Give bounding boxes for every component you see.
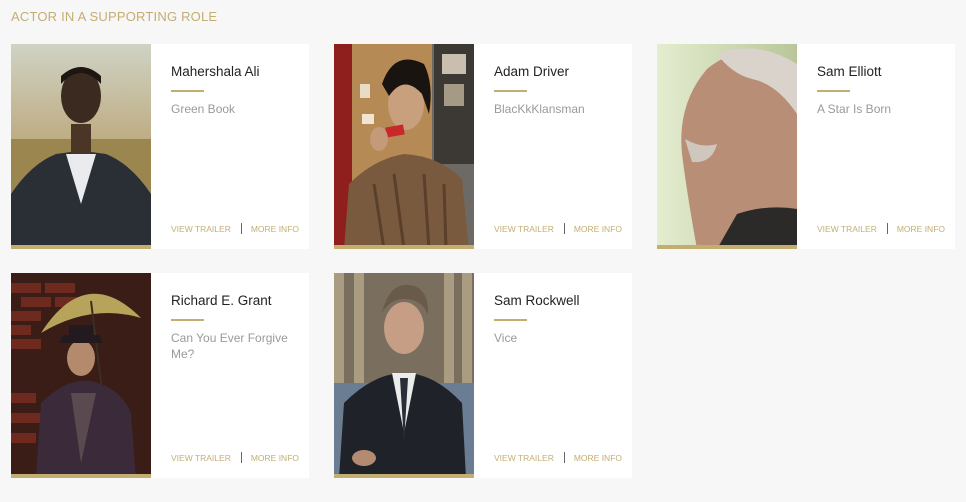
nominee-info: Adam Driver BlacKkKlansman VIEW TRAILER … — [494, 44, 622, 249]
nominee-photo[interactable] — [11, 44, 151, 249]
nominee-photo[interactable] — [334, 44, 474, 249]
nominee-film: Vice — [494, 331, 518, 345]
nominee-name: Mahershala Ali — [171, 64, 260, 79]
nominee-info: Richard E. Grant Can You Ever Forgive Me… — [171, 273, 299, 478]
nominee-card-sam-elliott: Sam Elliott A Star Is Born VIEW TRAILER … — [657, 44, 955, 249]
photo-accent-bar — [657, 245, 797, 249]
nominee-info: Sam Rockwell Vice VIEW TRAILER MORE INFO — [494, 273, 622, 478]
nominee-links: VIEW TRAILER MORE INFO — [494, 452, 622, 463]
nominee-photo[interactable] — [11, 273, 151, 478]
title-divider — [494, 90, 527, 92]
nominee-card-richard-e-grant: Richard E. Grant Can You Ever Forgive Me… — [11, 273, 309, 478]
nominee-name: Adam Driver — [494, 64, 570, 79]
link-separator — [886, 223, 888, 234]
title-divider — [817, 90, 850, 92]
title-divider — [494, 319, 527, 321]
photo-accent-bar — [334, 245, 474, 249]
nominee-name: Richard E. Grant — [171, 293, 272, 308]
more-info-link[interactable]: MORE INFO — [251, 224, 299, 234]
view-trailer-link[interactable]: VIEW TRAILER — [817, 224, 877, 234]
nominee-card-adam-driver: Adam Driver BlacKkKlansman VIEW TRAILER … — [334, 44, 632, 249]
view-trailer-link[interactable]: VIEW TRAILER — [494, 453, 554, 463]
link-separator — [563, 452, 565, 463]
nominee-name: Sam Elliott — [817, 64, 882, 79]
nominee-links: VIEW TRAILER MORE INFO — [494, 223, 622, 234]
photo-accent-bar — [334, 474, 474, 478]
link-separator — [563, 223, 565, 234]
nominee-film: Green Book — [171, 102, 236, 116]
more-info-link[interactable]: MORE INFO — [574, 224, 622, 234]
title-divider — [171, 90, 204, 92]
nominee-name: Sam Rockwell — [494, 293, 580, 308]
view-trailer-link[interactable]: VIEW TRAILER — [494, 224, 554, 234]
nominee-film: BlacKkKlansman — [494, 102, 585, 116]
more-info-link[interactable]: MORE INFO — [251, 453, 299, 463]
nominee-photo[interactable] — [334, 273, 474, 478]
view-trailer-link[interactable]: VIEW TRAILER — [171, 453, 231, 463]
nominee-photo[interactable] — [657, 44, 797, 249]
nominee-info: Sam Elliott A Star Is Born VIEW TRAILER … — [817, 44, 945, 249]
nominee-film: Can You Ever Forgive Me? — [171, 331, 288, 361]
view-trailer-link[interactable]: VIEW TRAILER — [171, 224, 231, 234]
link-separator — [240, 452, 242, 463]
nominee-card-mahershala-ali: Mahershala Ali Green Book VIEW TRAILER M… — [11, 44, 309, 249]
photo-accent-bar — [11, 245, 151, 249]
more-info-link[interactable]: MORE INFO — [574, 453, 622, 463]
nominee-film: A Star Is Born — [817, 102, 892, 116]
photo-accent-bar — [11, 474, 151, 478]
nominee-links: VIEW TRAILER MORE INFO — [171, 223, 299, 234]
title-divider — [171, 319, 204, 321]
link-separator — [240, 223, 242, 234]
more-info-link[interactable]: MORE INFO — [897, 224, 945, 234]
nominee-card-sam-rockwell: Sam Rockwell Vice VIEW TRAILER MORE INFO — [334, 273, 632, 478]
nominee-links: VIEW TRAILER MORE INFO — [817, 223, 945, 234]
section-title: ACTOR IN A SUPPORTING ROLE — [11, 9, 218, 24]
nominee-info: Mahershala Ali Green Book VIEW TRAILER M… — [171, 44, 299, 249]
nominee-links: VIEW TRAILER MORE INFO — [171, 452, 299, 463]
